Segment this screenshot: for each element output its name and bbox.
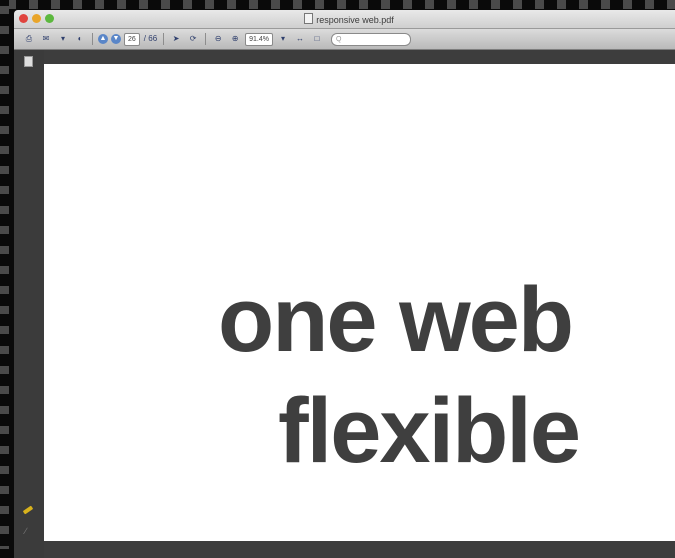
title-bar[interactable]: responsive web.pdf [14, 10, 675, 29]
film-strip-left [0, 0, 9, 549]
zoom-out-icon[interactable]: ⊖ [211, 33, 225, 45]
resize-handle-icon[interactable]: ∕ [25, 526, 27, 536]
zoom-in-icon[interactable]: ⊕ [228, 33, 242, 45]
print-icon[interactable]: ⎙ [22, 33, 36, 45]
document-icon [304, 13, 314, 24]
pencil-icon[interactable] [22, 505, 34, 515]
search-input[interactable]: Q [331, 32, 411, 46]
page-icon[interactable] [24, 56, 33, 67]
toolbar: ⎙ ✉ ▾ ◐ ▲ ▼ 26 / 66 ➤ ⟳ ⊖ ⊕ 91.4% ▾ ↔ □ … [14, 29, 675, 50]
previous-page-icon[interactable]: ▲ [98, 34, 108, 44]
page-total-label: / 66 [143, 34, 158, 43]
mail-icon[interactable]: ✉ [39, 33, 53, 45]
sidebar-toggle-icon[interactable]: ◐ [73, 33, 87, 45]
slide-text-line-2: flexible [278, 380, 581, 482]
zoom-menu-chevron-icon[interactable]: ▾ [276, 33, 290, 45]
share-icon[interactable]: ▾ [56, 33, 70, 45]
zoom-level-select[interactable]: 91.4% [245, 32, 273, 46]
slide-text-line-1: one web [218, 269, 574, 371]
sidebar-rail: ∕ [14, 50, 44, 558]
fit-width-icon[interactable]: ↔ [293, 33, 307, 45]
rotate-icon[interactable]: ⟳ [186, 33, 200, 45]
toolbar-divider [163, 33, 165, 45]
single-page-icon[interactable]: □ [310, 33, 324, 45]
page-number-input[interactable]: 26 [124, 32, 140, 46]
app-window: responsive web.pdf ⎙ ✉ ▾ ◐ ▲ ▼ 26 / 66 ➤… [14, 10, 675, 558]
select-tool-icon[interactable]: ➤ [169, 33, 183, 45]
window-title: responsive web.pdf [14, 13, 675, 25]
toolbar-divider [205, 33, 207, 45]
toolbar-divider [92, 33, 93, 45]
window-title-text: responsive web.pdf [316, 15, 394, 25]
next-page-icon[interactable]: ▼ [111, 34, 121, 44]
pdf-page: one web flexible [44, 64, 675, 541]
film-strip-top [0, 0, 675, 9]
